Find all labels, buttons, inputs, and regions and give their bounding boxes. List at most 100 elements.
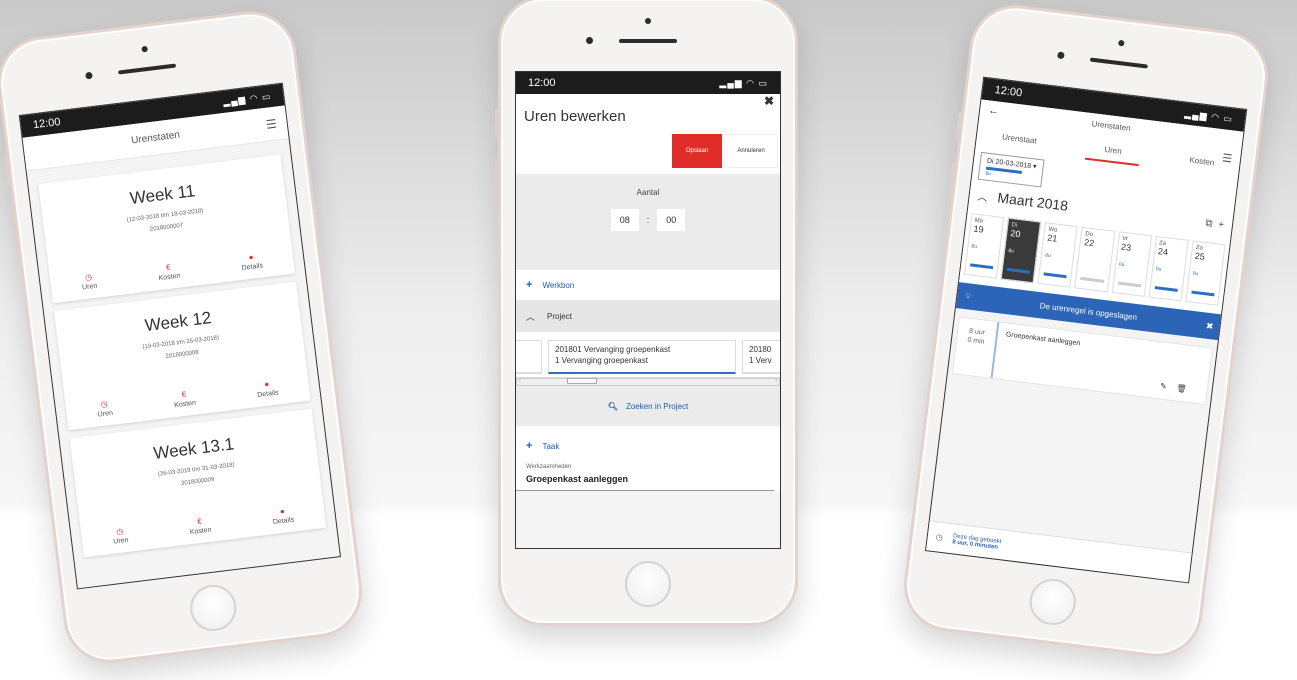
- day-tile[interactable]: Vr 23 0u: [1111, 231, 1152, 297]
- status-time: 12:00: [528, 77, 556, 89]
- phone3-screen: 12:00 ▂▄▆ ◠ ▭ ← Urenstaten ☰ Urenstaat U…: [924, 76, 1248, 584]
- tab-urenstaat[interactable]: Urenstaat: [1001, 132, 1038, 153]
- kosten-button[interactable]: € Kosten: [173, 389, 197, 410]
- delete-trash-icon[interactable]: 🗑︎: [1176, 383, 1197, 394]
- day-tile[interactable]: Wo 21 8u: [1037, 222, 1079, 288]
- day-hours-bar: [1006, 267, 1031, 274]
- minutes-input[interactable]: 00: [657, 209, 686, 231]
- info-icon: ●: [279, 506, 286, 517]
- week-card[interactable]: Week 12 (19-03-2018 t/m 25-03-2018) 2018…: [53, 281, 311, 431]
- details-button[interactable]: ● Details: [256, 379, 279, 399]
- hours-input[interactable]: 08: [610, 209, 639, 231]
- add-werkbon-button[interactable]: + Werkbon: [516, 270, 780, 300]
- clock-icon: ◷: [935, 532, 944, 543]
- copy-icon[interactable]: ⧉: [1205, 217, 1213, 229]
- info-icon: ●: [263, 379, 270, 390]
- info-icon: ●: [248, 252, 255, 262]
- werkzaamheden-label: Werkzaamheden: [526, 464, 572, 470]
- plus-icon: +: [526, 279, 533, 291]
- day-number: 22: [1083, 237, 1095, 249]
- close-icon[interactable]: ✖: [764, 94, 774, 108]
- hamburger-menu-icon[interactable]: ☰: [265, 117, 277, 132]
- day-number: 21: [1046, 232, 1058, 244]
- search-project-label: Zoeken in Project: [625, 401, 689, 411]
- day-tile[interactable]: Do 22: [1074, 226, 1115, 293]
- uren-button[interactable]: ◷ Uren: [96, 399, 114, 419]
- uren-label: Uren: [81, 282, 98, 292]
- project-card[interactable]: 201801 Vervanging groepenkast 1 Vervangi…: [548, 340, 736, 374]
- close-icon[interactable]: ✖: [1205, 320, 1214, 332]
- side-button: [955, 111, 963, 143]
- cancel-button[interactable]: Annuleren: [724, 134, 778, 168]
- day-hours-bar: [1154, 286, 1178, 292]
- chevron-up-icon: ︿: [526, 311, 536, 322]
- day-tile-selected[interactable]: Di 20 8u: [1000, 217, 1042, 284]
- tab-uren[interactable]: Uren: [1085, 142, 1141, 167]
- horizontal-scrollbar[interactable]: ‹ ›: [516, 378, 780, 386]
- werkzaamheden-field[interactable]: Groepenkast aanleggen: [516, 470, 774, 491]
- uren-label: Uren: [97, 409, 114, 419]
- month-label: Maart 2018: [996, 189, 1069, 214]
- edit-pencil-icon[interactable]: ✎: [1159, 381, 1177, 392]
- sensor-icon: [85, 71, 93, 80]
- day-tile[interactable]: Ma 19 8u: [963, 213, 1005, 279]
- week-actions: ◷ Uren € Kosten ● Details: [81, 502, 325, 550]
- status-time: 12:00: [32, 116, 62, 132]
- day-hours-bar: [1191, 290, 1215, 297]
- day-tile[interactable]: Zo 25 0u: [1185, 240, 1226, 306]
- project-sub: 1 Vervanging groepenkast: [555, 355, 648, 365]
- search-project-button[interactable]: 🔍︎ Zoeken in Project: [516, 386, 780, 426]
- scroll-left-icon[interactable]: ‹: [519, 378, 521, 384]
- plus-icon: +: [526, 440, 533, 452]
- uren-button[interactable]: ◷ Uren: [80, 272, 98, 292]
- day-tile[interactable]: Za 24 0u: [1148, 235, 1189, 302]
- scroll-right-icon[interactable]: ›: [775, 378, 777, 384]
- week-card[interactable]: Week 13.1 (26-03-2018 t/m 31-03-2018) 20…: [69, 408, 327, 558]
- tab-kosten[interactable]: Kosten: [1188, 155, 1215, 175]
- add-icon[interactable]: +: [1217, 219, 1224, 231]
- scroll-thumb[interactable]: [567, 378, 597, 384]
- week-card[interactable]: Week 11 (12-03-2018 t/m 18-03-2018) 2018…: [38, 154, 296, 304]
- details-button[interactable]: ● Details: [271, 506, 295, 526]
- day-hours: [1082, 257, 1107, 260]
- project-card[interactable]: 20180 1 Verv: [742, 340, 780, 374]
- home-button[interactable]: [625, 561, 671, 607]
- chevron-up-icon[interactable]: ︿: [977, 187, 989, 203]
- speaker-grill: [1089, 57, 1148, 69]
- project-sub: 1 Verv: [749, 355, 772, 365]
- uren-label: Uren: [112, 536, 129, 546]
- euro-icon: €: [165, 262, 172, 273]
- kosten-button[interactable]: € Kosten: [157, 262, 180, 282]
- day-number: 23: [1120, 241, 1132, 253]
- kosten-label: Kosten: [189, 526, 212, 537]
- uren-button[interactable]: ◷ Uren: [112, 526, 129, 546]
- add-taak-button[interactable]: + Taak: [516, 440, 780, 452]
- day-hours: 8u: [1044, 252, 1052, 260]
- task-section: + Taak Werkzaamheden Groepenkast aanlegg…: [516, 426, 780, 491]
- save-button[interactable]: Opslaan: [672, 134, 722, 168]
- details-button[interactable]: ● Details: [240, 251, 263, 271]
- kosten-button[interactable]: € Kosten: [188, 516, 212, 537]
- sensor-icon: [1057, 51, 1065, 60]
- status-icons: ▂▄▆ ◠ ▭: [222, 90, 272, 107]
- home-button[interactable]: [187, 582, 239, 634]
- entry-actions: ✎🗑︎: [1159, 381, 1197, 394]
- home-button[interactable]: [1027, 576, 1079, 628]
- project-name: 201801 Vervanging groepenkast: [555, 345, 671, 354]
- kosten-label: Kosten: [173, 399, 197, 410]
- speaker-grill: [619, 39, 677, 43]
- side-button: [495, 159, 499, 207]
- project-section-toggle[interactable]: ︿ Project: [516, 300, 780, 332]
- camera-icon: [645, 18, 651, 24]
- camera-icon: [141, 45, 149, 53]
- werkbon-label: Werkbon: [542, 280, 575, 290]
- entry-task: Groepenkast aanleggen: [1005, 331, 1081, 348]
- amount-section: Aantal 08 : 00: [516, 174, 780, 270]
- day-hours-bar: [1080, 276, 1104, 283]
- action-buttons: Opslaan Annuleren: [672, 134, 778, 168]
- page-title: Uren bewerken: [524, 108, 626, 125]
- project-card[interactable]: [516, 340, 542, 374]
- notice-text: De urenregel is opgeslagen: [1039, 300, 1138, 322]
- project-label: Project: [547, 311, 572, 321]
- sensor-icon: [586, 37, 593, 44]
